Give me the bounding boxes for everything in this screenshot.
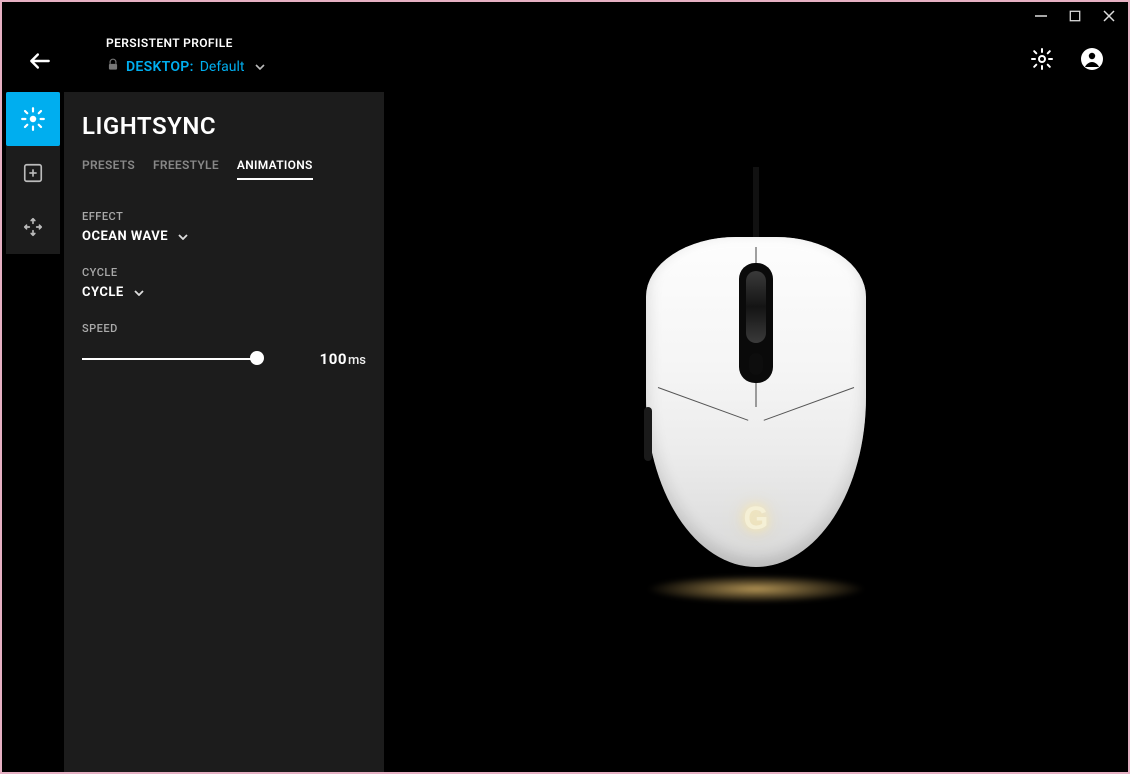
- maximize-button[interactable]: [1068, 9, 1082, 23]
- profile-name: Default: [200, 59, 245, 75]
- tab-presets[interactable]: PRESETS: [82, 158, 135, 180]
- profile-label: PERSISTENT PROFILE: [106, 36, 1014, 50]
- mouse-illustration: G: [646, 227, 866, 597]
- chevron-down-icon: [134, 285, 144, 300]
- profile-desktop: DESKTOP:: [126, 59, 194, 75]
- slider-thumb[interactable]: [250, 351, 264, 365]
- panel-title: LIGHTSYNC: [82, 112, 366, 140]
- app-window: PERSISTENT PROFILE DESKTOP: Default: [0, 0, 1130, 774]
- tab-freestyle[interactable]: FREESTYLE: [153, 158, 219, 180]
- speed-value: 100: [320, 350, 347, 368]
- cycle-dropdown[interactable]: CYCLE: [82, 285, 366, 300]
- effect-label: EFFECT: [82, 210, 366, 223]
- minimize-button[interactable]: [1034, 9, 1048, 23]
- add-tool[interactable]: [6, 146, 60, 200]
- header: PERSISTENT PROFILE DESKTOP: Default: [2, 30, 1128, 92]
- tool-strip: [2, 92, 64, 772]
- g-logo-icon: G: [744, 500, 769, 537]
- move-tool[interactable]: [6, 200, 60, 254]
- speed-slider[interactable]: [82, 349, 262, 369]
- speed-label: SPEED: [82, 322, 366, 335]
- back-button[interactable]: [26, 47, 54, 75]
- device-preview: G: [384, 92, 1128, 772]
- effect-dropdown[interactable]: OCEAN WAVE: [82, 229, 366, 244]
- side-panel: LIGHTSYNC PRESETS FREESTYLE ANIMATIONS E…: [64, 92, 384, 772]
- lock-icon: [106, 58, 120, 76]
- effect-value: OCEAN WAVE: [82, 229, 168, 244]
- cycle-label: CYCLE: [82, 266, 366, 279]
- speed-unit: ms: [348, 353, 366, 368]
- tab-animations[interactable]: ANIMATIONS: [237, 158, 313, 180]
- account-button[interactable]: [1080, 47, 1104, 75]
- settings-button[interactable]: [1030, 47, 1054, 75]
- lighting-tool[interactable]: [6, 92, 60, 146]
- chevron-down-icon: [255, 62, 265, 73]
- cycle-value: CYCLE: [82, 285, 124, 300]
- window-titlebar: [2, 2, 1128, 30]
- profile-selector[interactable]: PERSISTENT PROFILE DESKTOP: Default: [106, 36, 1014, 76]
- chevron-down-icon: [178, 229, 188, 244]
- close-button[interactable]: [1102, 9, 1116, 23]
